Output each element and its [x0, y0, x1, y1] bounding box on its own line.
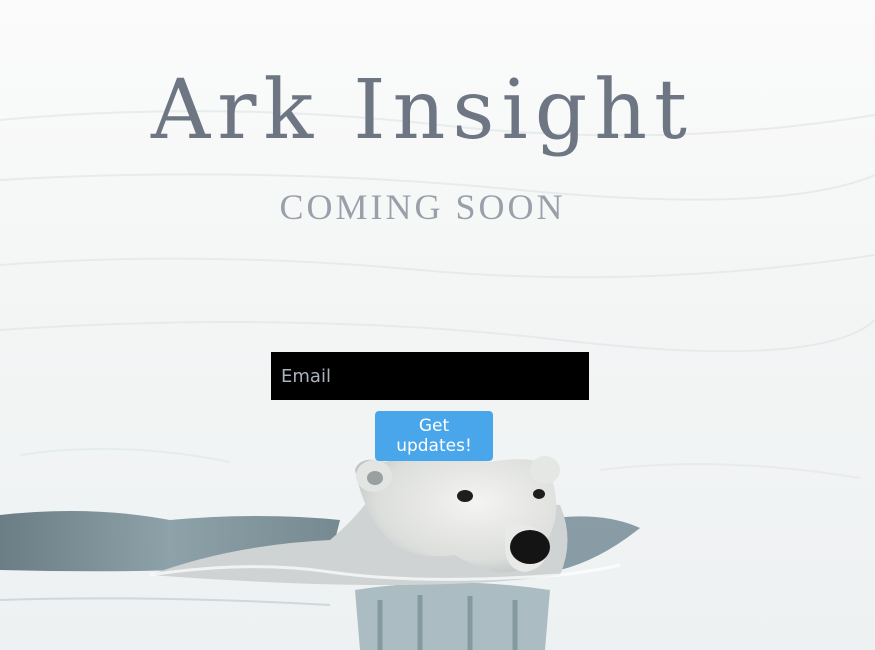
email-input[interactable]: [271, 352, 589, 400]
get-updates-button[interactable]: Get updates!: [375, 411, 493, 461]
coming-soon-subtitle: COMING SOON: [279, 187, 566, 227]
page-title: Ark Insight: [151, 63, 694, 158]
